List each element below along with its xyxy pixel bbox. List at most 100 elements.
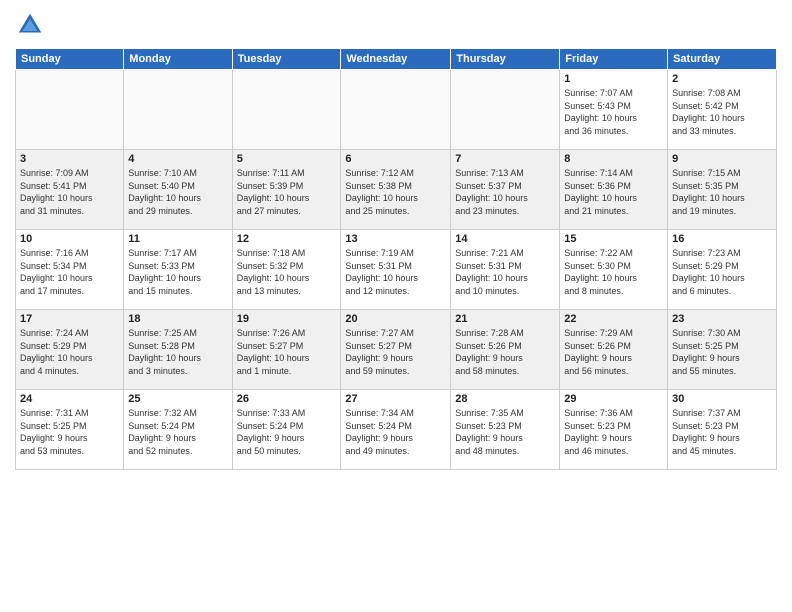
- calendar-cell: [124, 70, 232, 150]
- day-number: 8: [564, 153, 663, 165]
- day-number: 1: [564, 73, 663, 85]
- calendar-cell: 6Sunrise: 7:12 AM Sunset: 5:38 PM Daylig…: [341, 150, 451, 230]
- day-info: Sunrise: 7:10 AM Sunset: 5:40 PM Dayligh…: [128, 167, 227, 217]
- day-number: 25: [128, 393, 227, 405]
- weekday-header: Tuesday: [232, 49, 341, 70]
- day-info: Sunrise: 7:35 AM Sunset: 5:23 PM Dayligh…: [455, 407, 555, 457]
- day-number: 12: [237, 233, 337, 245]
- calendar-cell: 18 Sunrise: 7:25 AM Sunset: 5:28 PM Dayli…: [124, 310, 232, 390]
- day-number: 9: [672, 153, 772, 165]
- day-info: Sunrise: 7:32 AM Sunset: 5:24 PM Dayligh…: [128, 407, 227, 457]
- day-number: 24: [20, 393, 119, 405]
- weekday-header: Sunday: [16, 49, 124, 70]
- day-number: 20: [345, 313, 446, 325]
- day-number: 11: [128, 233, 227, 245]
- calendar-cell: 14 Sunrise: 7:21 AM Sunset: 5:31 PM Dayli…: [451, 230, 560, 310]
- calendar-cell: 19Sunrise: 7:26 AM Sunset: 5:27 PM Dayli…: [232, 310, 341, 390]
- weekday-header: Friday: [560, 49, 668, 70]
- day-info: Sunrise: 7:15 AM Sunset: 5:35 PM Dayligh…: [672, 167, 772, 217]
- weekday-header: Thursday: [451, 49, 560, 70]
- calendar-week-row: 17 Sunrise: 7:24 AM Sunset: 5:29 PM Dayli…: [16, 310, 777, 390]
- day-info: Sunrise: 7:22 AM Sunset: 5:30 PM Dayligh…: [564, 247, 663, 297]
- calendar-cell: [232, 70, 341, 150]
- day-number: 13: [345, 233, 446, 245]
- day-info: Sunrise: 7:24 AM Sunset: 5:29 PM Dayligh…: [20, 327, 119, 377]
- weekday-header: Monday: [124, 49, 232, 70]
- day-number: 16: [672, 233, 772, 245]
- day-number: 3: [20, 153, 119, 165]
- calendar-cell: 21 Sunrise: 7:28 AM Sunset: 5:26 PM Dayli…: [451, 310, 560, 390]
- calendar-cell: 28 Sunrise: 7:35 AM Sunset: 5:23 PM Dayli…: [451, 390, 560, 470]
- calendar-cell: 11 Sunrise: 7:17 AM Sunset: 5:33 PM Dayli…: [124, 230, 232, 310]
- day-info: Sunrise: 7:30 AM Sunset: 5:25 PM Dayligh…: [672, 327, 772, 377]
- day-info: Sunrise: 7:25 AM Sunset: 5:28 PM Dayligh…: [128, 327, 227, 377]
- calendar-week-row: 1 Sunrise: 7:07 AM Sunset: 5:43 PM Daylig…: [16, 70, 777, 150]
- calendar-header-row: SundayMondayTuesdayWednesdayThursdayFrid…: [16, 49, 777, 70]
- calendar-cell: 2 Sunrise: 7:08 AM Sunset: 5:42 PM Daylig…: [668, 70, 777, 150]
- day-number: 5: [237, 153, 337, 165]
- calendar-cell: 17 Sunrise: 7:24 AM Sunset: 5:29 PM Dayli…: [16, 310, 124, 390]
- day-number: 17: [20, 313, 119, 325]
- day-info: Sunrise: 7:09 AM Sunset: 5:41 PM Dayligh…: [20, 167, 119, 217]
- day-number: 21: [455, 313, 555, 325]
- day-info: Sunrise: 7:36 AM Sunset: 5:23 PM Dayligh…: [564, 407, 663, 457]
- calendar-body: 1 Sunrise: 7:07 AM Sunset: 5:43 PM Daylig…: [16, 70, 777, 470]
- day-info: Sunrise: 7:16 AM Sunset: 5:34 PM Dayligh…: [20, 247, 119, 297]
- day-info: Sunrise: 7:31 AM Sunset: 5:25 PM Dayligh…: [20, 407, 119, 457]
- day-number: 14: [455, 233, 555, 245]
- weekday-header: Saturday: [668, 49, 777, 70]
- day-info: Sunrise: 7:27 AM Sunset: 5:27 PM Dayligh…: [345, 327, 446, 377]
- calendar-cell: [341, 70, 451, 150]
- calendar-cell: [451, 70, 560, 150]
- day-number: 28: [455, 393, 555, 405]
- day-info: Sunrise: 7:37 AM Sunset: 5:23 PM Dayligh…: [672, 407, 772, 457]
- day-info: Sunrise: 7:07 AM Sunset: 5:43 PM Dayligh…: [564, 87, 663, 137]
- day-info: Sunrise: 7:23 AM Sunset: 5:29 PM Dayligh…: [672, 247, 772, 297]
- day-number: 15: [564, 233, 663, 245]
- calendar-week-row: 10 Sunrise: 7:16 AM Sunset: 5:34 PM Dayli…: [16, 230, 777, 310]
- day-number: 18: [128, 313, 227, 325]
- calendar-cell: 29 Sunrise: 7:36 AM Sunset: 5:23 PM Dayli…: [560, 390, 668, 470]
- calendar-week-row: 3 Sunrise: 7:09 AM Sunset: 5:41 PM Daylig…: [16, 150, 777, 230]
- day-info: Sunrise: 7:33 AM Sunset: 5:24 PM Dayligh…: [237, 407, 337, 457]
- calendar-cell: 10 Sunrise: 7:16 AM Sunset: 5:34 PM Dayli…: [16, 230, 124, 310]
- day-number: 22: [564, 313, 663, 325]
- logo: [15, 10, 49, 40]
- calendar-cell: [16, 70, 124, 150]
- day-number: 7: [455, 153, 555, 165]
- day-info: Sunrise: 7:29 AM Sunset: 5:26 PM Dayligh…: [564, 327, 663, 377]
- calendar-cell: 13 Sunrise: 7:19 AM Sunset: 5:31 PM Dayli…: [341, 230, 451, 310]
- calendar-cell: 30 Sunrise: 7:37 AM Sunset: 5:23 PM Dayli…: [668, 390, 777, 470]
- day-info: Sunrise: 7:18 AM Sunset: 5:32 PM Dayligh…: [237, 247, 337, 297]
- calendar-cell: 4Sunrise: 7:10 AM Sunset: 5:40 PM Daylig…: [124, 150, 232, 230]
- day-number: 10: [20, 233, 119, 245]
- calendar: SundayMondayTuesdayWednesdayThursdayFrid…: [15, 48, 777, 470]
- page: SundayMondayTuesdayWednesdayThursdayFrid…: [0, 0, 792, 480]
- calendar-cell: 27Sunrise: 7:34 AM Sunset: 5:24 PM Dayli…: [341, 390, 451, 470]
- day-info: Sunrise: 7:28 AM Sunset: 5:26 PM Dayligh…: [455, 327, 555, 377]
- day-number: 30: [672, 393, 772, 405]
- day-number: 6: [345, 153, 446, 165]
- header: [15, 10, 777, 40]
- day-number: 19: [237, 313, 337, 325]
- calendar-cell: 22 Sunrise: 7:29 AM Sunset: 5:26 PM Dayli…: [560, 310, 668, 390]
- calendar-cell: 9 Sunrise: 7:15 AM Sunset: 5:35 PM Daylig…: [668, 150, 777, 230]
- calendar-cell: 24 Sunrise: 7:31 AM Sunset: 5:25 PM Dayli…: [16, 390, 124, 470]
- calendar-cell: 8Sunrise: 7:14 AM Sunset: 5:36 PM Daylig…: [560, 150, 668, 230]
- day-number: 26: [237, 393, 337, 405]
- calendar-cell: 5Sunrise: 7:11 AM Sunset: 5:39 PM Daylig…: [232, 150, 341, 230]
- calendar-cell: 7Sunrise: 7:13 AM Sunset: 5:37 PM Daylig…: [451, 150, 560, 230]
- calendar-cell: 16 Sunrise: 7:23 AM Sunset: 5:29 PM Dayli…: [668, 230, 777, 310]
- day-number: 2: [672, 73, 772, 85]
- day-number: 27: [345, 393, 446, 405]
- day-info: Sunrise: 7:17 AM Sunset: 5:33 PM Dayligh…: [128, 247, 227, 297]
- day-info: Sunrise: 7:08 AM Sunset: 5:42 PM Dayligh…: [672, 87, 772, 137]
- day-info: Sunrise: 7:19 AM Sunset: 5:31 PM Dayligh…: [345, 247, 446, 297]
- calendar-cell: 15 Sunrise: 7:22 AM Sunset: 5:30 PM Dayli…: [560, 230, 668, 310]
- day-info: Sunrise: 7:21 AM Sunset: 5:31 PM Dayligh…: [455, 247, 555, 297]
- calendar-cell: 3 Sunrise: 7:09 AM Sunset: 5:41 PM Daylig…: [16, 150, 124, 230]
- calendar-cell: 23Sunrise: 7:30 AM Sunset: 5:25 PM Dayli…: [668, 310, 777, 390]
- day-number: 29: [564, 393, 663, 405]
- calendar-cell: 26 Sunrise: 7:33 AM Sunset: 5:24 PM Dayli…: [232, 390, 341, 470]
- calendar-cell: 12 Sunrise: 7:18 AM Sunset: 5:32 PM Dayli…: [232, 230, 341, 310]
